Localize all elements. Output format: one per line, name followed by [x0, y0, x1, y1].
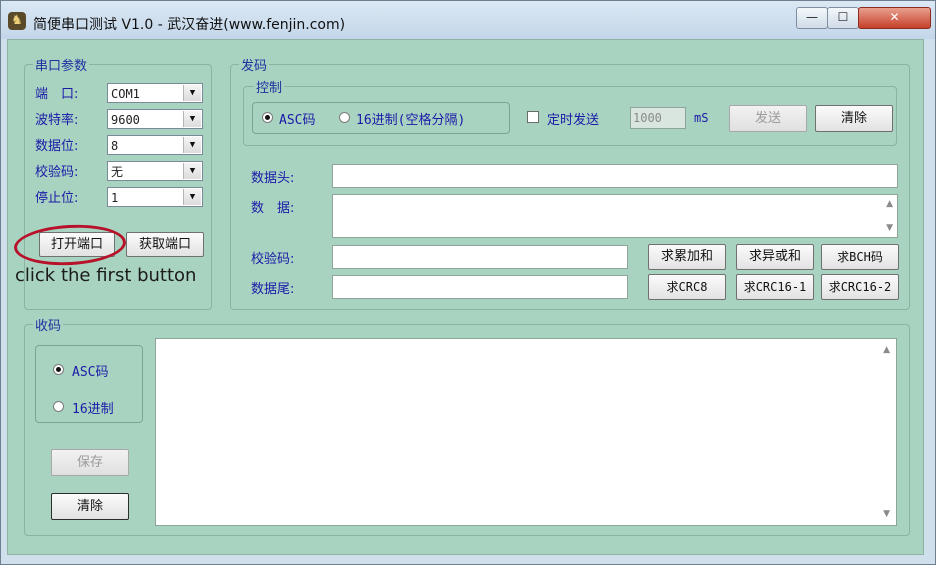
scroll-down-icon[interactable]: ▼: [883, 509, 890, 519]
close-button[interactable]: ✕: [858, 7, 931, 29]
databits-select[interactable]: 8 ▼: [107, 135, 203, 155]
get-port-button[interactable]: 获取端口: [126, 232, 204, 257]
control-legend: 控制: [254, 77, 285, 96]
chevron-down-icon[interactable]: ▼: [183, 137, 201, 153]
port-label: 端 口:: [35, 87, 79, 102]
annotation-text: click the first button: [15, 265, 197, 286]
interval-input[interactable]: 1000: [630, 107, 686, 129]
parity-value: 无: [111, 165, 124, 179]
checksum-label: 校验码:: [251, 252, 295, 267]
serial-params-legend: 串口参数: [33, 55, 90, 74]
scroll-up-icon[interactable]: ▲: [886, 199, 893, 209]
save-button[interactable]: 保存: [51, 449, 129, 476]
watermark-text: Store No: 1704033: [365, 273, 559, 299]
serial-params-group: 串口参数 端 口: COM1 ▼ 波特率: 9600 ▼ 数据位: 8 ▼ 校验…: [13, 55, 212, 310]
parity-label: 校验码:: [35, 165, 79, 180]
receive-format-box: ASC码 16进制: [35, 345, 143, 423]
bch-button[interactable]: 求BCH码: [821, 244, 899, 270]
port-select[interactable]: COM1 ▼: [107, 83, 203, 103]
stopbits-value: 1: [111, 191, 119, 205]
chevron-down-icon[interactable]: ▼: [183, 111, 201, 127]
control-group: 控制 ASC码 16进制(空格分隔) 定时发送 1000 mS 发送 清除: [243, 77, 897, 146]
receive-asc-radio[interactable]: [53, 364, 64, 375]
app-logo-icon: ♞: [8, 12, 26, 30]
receive-textarea[interactable]: ▲ ▼: [155, 338, 897, 526]
databits-label: 数据位:: [35, 139, 79, 154]
receive-hex-label[interactable]: 16进制: [72, 398, 114, 417]
maximize-icon: ☐: [837, 10, 849, 24]
crc16-2-button[interactable]: 求CRC16-2: [821, 274, 899, 300]
close-icon: ✕: [889, 10, 900, 24]
chevron-down-icon[interactable]: ▼: [183, 85, 201, 101]
scroll-down-icon[interactable]: ▼: [886, 223, 893, 233]
receive-group: 收码 ASC码 16进制 保存 清除 ▲ ▼: [24, 315, 910, 536]
tail-label: 数据尾:: [251, 282, 295, 297]
window-title: 简便串口测试 V1.0 - 武汉奋进(www.fenjin.com): [33, 17, 346, 33]
chevron-down-icon[interactable]: ▼: [183, 163, 201, 179]
checksum-input[interactable]: [332, 245, 628, 269]
crc8-button[interactable]: 求CRC8: [648, 274, 726, 300]
parity-select[interactable]: 无 ▼: [107, 161, 203, 181]
sum-button[interactable]: 求累加和: [648, 244, 726, 270]
asc-radio[interactable]: [262, 112, 273, 123]
timer-label[interactable]: 定时发送: [547, 109, 599, 128]
title-bar: ♞ 简便串口测试 V1.0 - 武汉奋进(www.fenjin.com) — ☐…: [1, 1, 935, 39]
crc16-1-button[interactable]: 求CRC16-1: [736, 274, 814, 300]
receive-legend: 收码: [33, 315, 64, 334]
header-input[interactable]: [332, 164, 898, 188]
format-radio-box: ASC码 16进制(空格分隔): [252, 102, 510, 134]
interval-unit: mS: [694, 111, 709, 125]
minimize-button[interactable]: —: [796, 7, 828, 29]
app-window: ♞ 简便串口测试 V1.0 - 武汉奋进(www.fenjin.com) — ☐…: [0, 0, 936, 565]
send-clear-button[interactable]: 清除: [815, 105, 893, 132]
receive-asc-label[interactable]: ASC码: [72, 361, 108, 380]
baud-select[interactable]: 9600 ▼: [107, 109, 203, 129]
client-area: 串口参数 端 口: COM1 ▼ 波特率: 9600 ▼ 数据位: 8 ▼ 校验…: [7, 39, 924, 555]
scroll-up-icon[interactable]: ▲: [883, 345, 890, 355]
data-textarea[interactable]: ▲ ▼: [332, 194, 898, 238]
stopbits-select[interactable]: 1 ▼: [107, 187, 203, 207]
xor-button[interactable]: 求异或和: [736, 244, 814, 270]
receive-clear-button[interactable]: 清除: [51, 493, 129, 520]
receive-hex-radio[interactable]: [53, 401, 64, 412]
send-group: 发码 控制 ASC码 16进制(空格分隔) 定时发送 1000 mS 发送 清除…: [230, 55, 910, 310]
stopbits-label: 停止位:: [35, 191, 79, 206]
send-button[interactable]: 发送: [729, 105, 807, 132]
send-legend: 发码: [239, 55, 270, 74]
baud-label: 波特率:: [35, 113, 79, 128]
hex-radio[interactable]: [339, 112, 350, 123]
header-label: 数据头:: [251, 171, 295, 186]
baud-value: 9600: [111, 113, 140, 127]
hex-radio-label[interactable]: 16进制(空格分隔): [356, 109, 465, 128]
highlight-circle: [13, 222, 127, 268]
data-label: 数 据:: [251, 201, 295, 216]
maximize-button[interactable]: ☐: [827, 7, 859, 29]
timer-checkbox[interactable]: [527, 111, 539, 123]
port-value: COM1: [111, 87, 140, 101]
databits-value: 8: [111, 139, 119, 153]
asc-radio-label[interactable]: ASC码: [279, 109, 315, 128]
minimize-icon: —: [806, 10, 818, 24]
chevron-down-icon[interactable]: ▼: [183, 189, 201, 205]
